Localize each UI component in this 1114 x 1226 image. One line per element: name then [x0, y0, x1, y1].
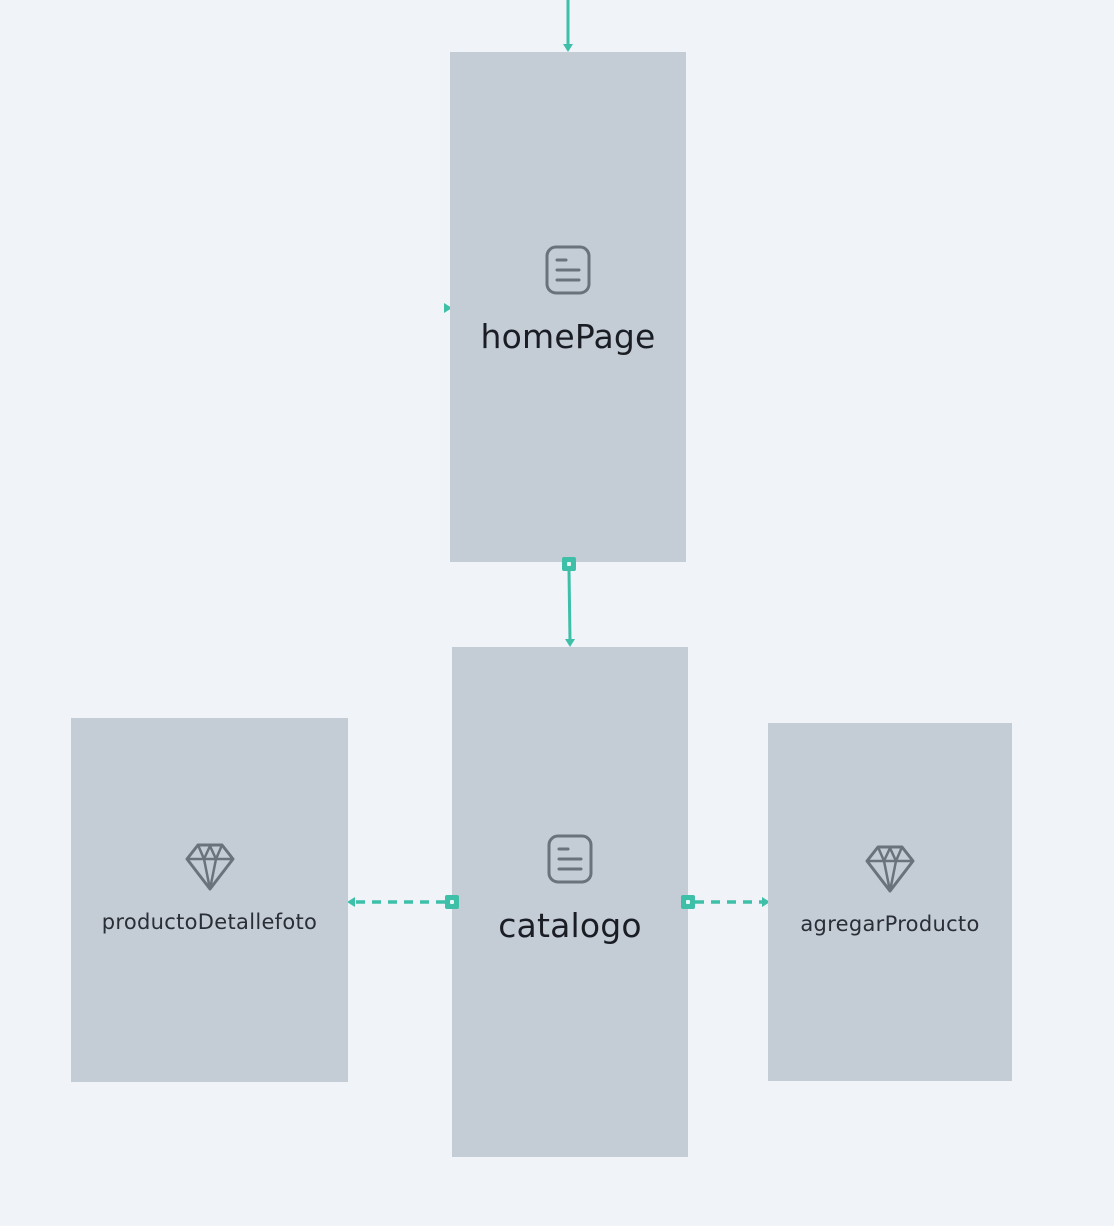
node-label-homepage: homePage — [480, 316, 656, 356]
gem-icon — [864, 844, 916, 894]
port-catalogo-right[interactable] — [681, 895, 695, 909]
node-label-agregarproducto: agregarProducto — [800, 912, 980, 936]
node-productodetallefoto[interactable]: productoDetallefoto — [71, 718, 348, 1082]
node-agregarproducto[interactable]: agregarProducto — [768, 723, 1012, 1081]
node-label-catalogo: catalogo — [498, 905, 642, 945]
diagram-canvas[interactable]: homePage catalogo productoDetallefoto ag… — [0, 0, 1114, 1226]
node-homepage[interactable]: homePage — [450, 52, 686, 562]
node-label-productodetallefoto: productoDetallefoto — [101, 910, 318, 934]
edge-homepage-to-catalogo[interactable] — [567, 570, 572, 641]
page-icon — [545, 245, 591, 295]
port-catalogo-left[interactable] — [445, 895, 459, 909]
gem-icon — [184, 842, 236, 892]
page-icon — [547, 834, 593, 884]
node-catalogo[interactable]: catalogo — [452, 647, 688, 1157]
arrowhead-productodetallefoto — [347, 897, 355, 907]
port-homepage-bottom[interactable] — [562, 557, 576, 571]
arrowhead-incoming — [563, 44, 573, 52]
arrowhead-catalogo — [565, 639, 575, 647]
